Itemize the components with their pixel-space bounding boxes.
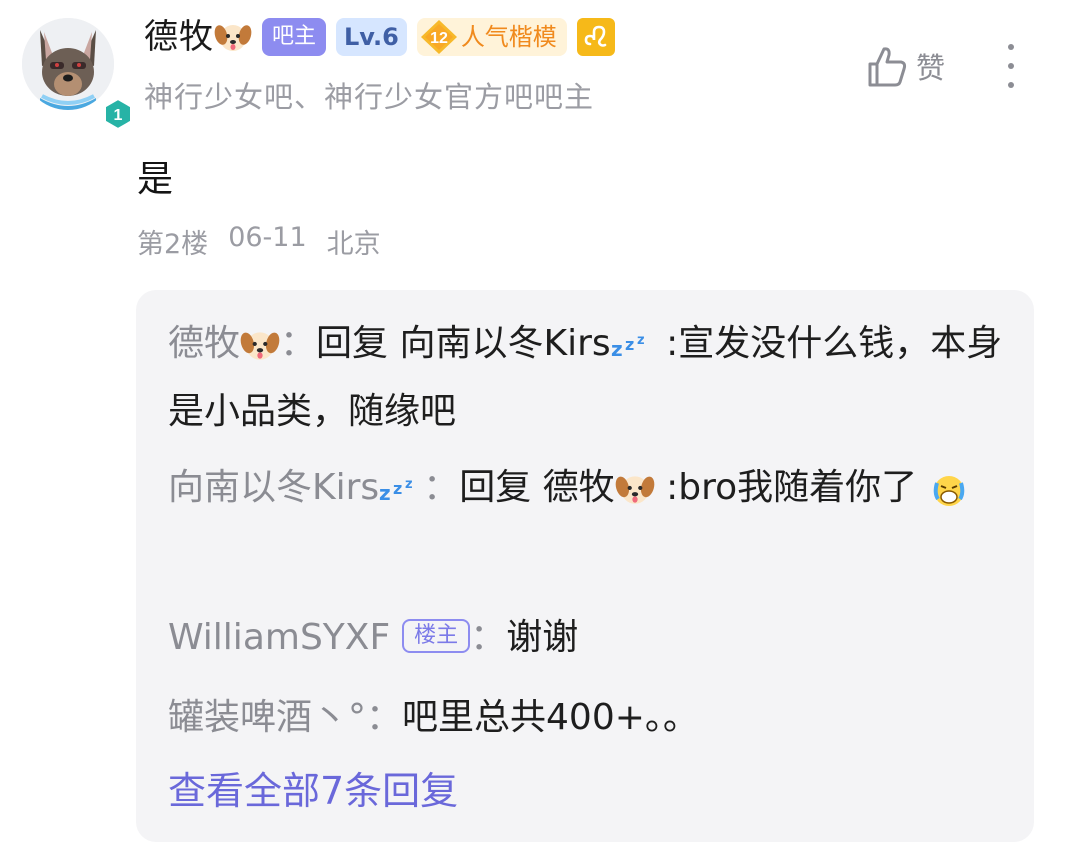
avatar[interactable]: 1 bbox=[22, 18, 132, 131]
reply-text: 吧里总共400+。。 bbox=[402, 697, 699, 738]
reply-item[interactable]: WilliamSYXF 楼主 ：谢谢 bbox=[168, 604, 1008, 672]
bar-owner-badge[interactable]: 吧主 bbox=[262, 18, 327, 56]
svg-text:z: z bbox=[405, 477, 413, 492]
username-text: 德牧 bbox=[144, 17, 214, 57]
diamond-icon: 12 bbox=[420, 20, 457, 54]
crying-emoji-icon bbox=[933, 476, 964, 506]
reply-list: 德牧 ：回复 向南以冬Kirs z z z :宣发没什么钱，本身是小品类，随缘吧 向南以… bbox=[136, 290, 1034, 842]
dog-emoji-icon bbox=[240, 332, 280, 360]
svg-text:z: z bbox=[393, 479, 402, 498]
reply-item[interactable]: 罐装啤酒丶°：吧里总共400+。。 bbox=[168, 684, 1008, 752]
reply-author[interactable]: 向南以冬Kirs z z z bbox=[168, 467, 423, 508]
reply-text: 回复 德牧 :bro我随着你了 bbox=[459, 467, 968, 508]
leo-zodiac-icon[interactable] bbox=[576, 18, 615, 56]
post-card: 1 德牧 吧主 Lv.6 12 人气楷模 神行少女吧、神行少女官方吧吧主 赞 是… bbox=[0, 0, 1068, 868]
dog-emoji-icon bbox=[214, 25, 252, 51]
thumbs-up-icon bbox=[868, 47, 907, 87]
view-all-replies-link[interactable]: 查看全部7条回复 bbox=[168, 760, 458, 815]
user-header: 德牧 吧主 Lv.6 12 人气楷模 bbox=[144, 16, 615, 58]
post-location: 北京 bbox=[326, 229, 381, 260]
user-subtitle: 神行少女吧、神行少女官方吧吧主 bbox=[144, 80, 595, 114]
popularity-label: 人气楷模 bbox=[460, 23, 557, 51]
username[interactable]: 德牧 bbox=[144, 16, 252, 58]
zzz-emoji-icon: zzz bbox=[611, 333, 645, 360]
svg-text:1: 1 bbox=[114, 107, 123, 124]
avatar-image bbox=[22, 18, 114, 110]
zzz-emoji-icon: zzz bbox=[379, 477, 413, 504]
post-meta: 第2楼 06-11 北京 bbox=[137, 222, 381, 261]
dog-emoji-icon bbox=[615, 476, 654, 504]
popularity-badge[interactable]: 12 人气楷模 bbox=[416, 18, 567, 56]
reply-author[interactable]: 德牧 bbox=[168, 323, 280, 364]
reply-text: 谢谢 bbox=[506, 617, 579, 658]
post-content: 是 bbox=[137, 159, 174, 200]
svg-text:z: z bbox=[379, 481, 391, 504]
reply-item[interactable]: 德牧 ：回复 向南以冬Kirs z z z :宣发没什么钱，本身是小品类，随缘吧 bbox=[168, 310, 1008, 446]
op-badge: 楼主 bbox=[402, 619, 471, 653]
reply-author[interactable]: WilliamSYXF bbox=[168, 617, 390, 658]
more-options-button[interactable] bbox=[996, 44, 1026, 88]
svg-text:z: z bbox=[637, 333, 645, 348]
avatar-level-badge: 1 bbox=[102, 97, 134, 131]
svg-text:z: z bbox=[611, 337, 623, 360]
like-label: 赞 bbox=[916, 51, 946, 85]
svg-text:12: 12 bbox=[430, 30, 448, 47]
level-badge[interactable]: Lv.6 bbox=[336, 18, 407, 56]
reply-author[interactable]: 罐装啤酒丶° bbox=[168, 697, 366, 738]
svg-text:z: z bbox=[625, 335, 634, 354]
floor-number: 第2楼 bbox=[137, 229, 209, 260]
post-date: 06-11 bbox=[228, 222, 307, 253]
more-vertical-icon bbox=[1008, 44, 1014, 50]
reply-item[interactable]: 向南以冬Kirs z z z ：回复 德牧 :bro我随着你了 bbox=[168, 454, 1008, 522]
like-button[interactable]: 赞 bbox=[866, 42, 945, 90]
